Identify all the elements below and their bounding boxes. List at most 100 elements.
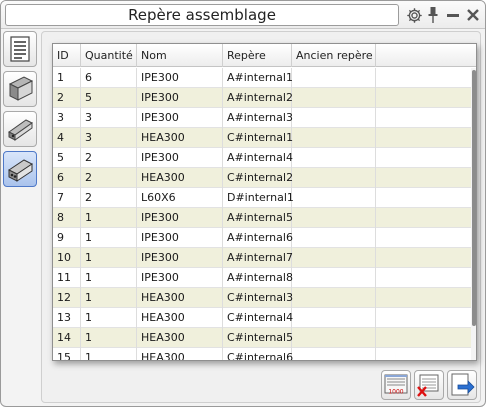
cell-repere: A#internal2 xyxy=(223,88,293,108)
column-header-ancien-repere[interactable]: Ancien repère xyxy=(292,44,376,67)
sidebar-item-list[interactable] xyxy=(3,31,37,67)
cell-nom: HEA300 xyxy=(137,168,223,188)
cell-ancien-repere xyxy=(292,208,376,228)
cell-id: 11 xyxy=(53,268,81,288)
table-row[interactable]: 5 2 IPE300 A#internal4 xyxy=(53,148,471,168)
cell-nom: HEA300 xyxy=(137,288,223,308)
cell-ancien-repere xyxy=(292,68,376,88)
column-header-quantite[interactable]: Quantité xyxy=(81,44,137,67)
cell-ancien-repere xyxy=(292,308,376,328)
table-row[interactable]: 13 1 HEA300 C#internal4 xyxy=(53,308,471,328)
cell-quantite: 1 xyxy=(81,228,137,248)
cell-nom: HEA300 xyxy=(137,308,223,328)
cell-quantite: 1 xyxy=(81,348,137,360)
list-document-icon xyxy=(10,36,30,62)
column-header-repere[interactable]: Repère xyxy=(223,44,292,67)
cell-repere: A#internal7 xyxy=(223,248,293,268)
cell-ancien-repere xyxy=(292,248,376,268)
renumber-button[interactable]: 1000 xyxy=(381,370,411,400)
cell-repere: A#internal6 xyxy=(223,228,293,248)
cell-quantite: 3 xyxy=(81,108,137,128)
cell-id: 5 xyxy=(53,148,81,168)
cell-id: 2 xyxy=(53,88,81,108)
cell-id: 14 xyxy=(53,328,81,348)
cell-ancien-repere xyxy=(292,168,376,188)
beam-3d-icon xyxy=(8,76,34,101)
cell-quantite: 1 xyxy=(81,308,137,328)
cell-repere: A#internal5 xyxy=(223,208,293,228)
cell-id: 6 xyxy=(53,168,81,188)
cell-ancien-repere xyxy=(292,328,376,348)
table-row[interactable]: 1 6 IPE300 A#internal1 xyxy=(53,68,471,88)
table-row[interactable]: 12 1 HEA300 C#internal3 xyxy=(53,288,471,308)
cell-id: 1 xyxy=(53,68,81,88)
cell-ancien-repere xyxy=(292,288,376,308)
cell-id: 9 xyxy=(53,228,81,248)
cell-repere: A#internal3 xyxy=(223,108,293,128)
table-row[interactable]: 8 1 IPE300 A#internal5 xyxy=(53,208,471,228)
assembly-connection-icon xyxy=(8,159,33,182)
cell-quantite: 1 xyxy=(81,208,137,228)
cell-quantite: 1 xyxy=(81,288,137,308)
table-row[interactable]: 11 1 IPE300 A#internal8 xyxy=(53,268,471,288)
sidebar-item-plate[interactable] xyxy=(3,111,37,147)
table-row[interactable]: 9 1 IPE300 A#internal6 xyxy=(53,228,471,248)
gear-icon[interactable] xyxy=(405,6,423,24)
table-row[interactable]: 2 5 IPE300 A#internal2 xyxy=(53,88,471,108)
cell-repere: C#internal5 xyxy=(223,328,293,348)
delete-marks-button[interactable] xyxy=(414,370,444,400)
cell-ancien-repere xyxy=(292,108,376,128)
repere-assemblage-window: Repère assemblage ID Quantité Nom Repère… xyxy=(0,0,486,407)
cell-quantite: 1 xyxy=(81,248,137,268)
cell-id: 8 xyxy=(53,208,81,228)
cell-id: 15 xyxy=(53,348,81,360)
cell-quantite: 6 xyxy=(81,68,137,88)
table-row[interactable]: 3 3 IPE300 A#internal3 xyxy=(53,108,471,128)
cell-repere: C#internal4 xyxy=(223,308,293,328)
cell-repere: C#internal2 xyxy=(223,168,293,188)
cell-nom: IPE300 xyxy=(137,268,223,288)
renumber-label: 1000 xyxy=(388,389,403,396)
cell-nom: HEA300 xyxy=(137,348,223,360)
cell-ancien-repere xyxy=(292,188,376,208)
cell-quantite: 1 xyxy=(81,328,137,348)
cell-repere: C#internal1 xyxy=(223,128,293,148)
vertical-scrollbar[interactable] xyxy=(471,68,476,360)
table-row[interactable]: 6 2 HEA300 C#internal2 xyxy=(53,168,471,188)
title-bar: Repère assemblage xyxy=(1,1,485,29)
cell-id: 4 xyxy=(53,128,81,148)
minimize-icon[interactable] xyxy=(445,6,461,24)
cell-nom: IPE300 xyxy=(137,248,223,268)
column-header-nom[interactable]: Nom xyxy=(137,44,223,67)
renumber-icon: 1000 xyxy=(384,374,408,396)
export-button[interactable] xyxy=(447,370,477,400)
cell-quantite: 3 xyxy=(81,128,137,148)
close-icon[interactable] xyxy=(464,6,481,24)
column-header-id[interactable]: ID xyxy=(53,44,81,67)
cell-repere: A#internal4 xyxy=(223,148,293,168)
table-row[interactable]: 4 3 HEA300 C#internal1 xyxy=(53,128,471,148)
cell-nom: IPE300 xyxy=(137,68,223,88)
cell-nom: IPE300 xyxy=(137,108,223,128)
cell-nom: HEA300 xyxy=(137,328,223,348)
table-row[interactable]: 15 1 HEA300 C#internal6 xyxy=(53,348,471,360)
cell-repere: C#internal3 xyxy=(223,288,293,308)
table-row[interactable]: 10 1 IPE300 A#internal7 xyxy=(53,248,471,268)
cell-repere: D#internal1 xyxy=(223,188,294,208)
cell-quantite: 2 xyxy=(81,188,137,208)
pin-icon[interactable] xyxy=(427,6,439,24)
cell-quantite: 1 xyxy=(81,268,137,288)
cell-id: 7 xyxy=(53,188,81,208)
sidebar-item-beam[interactable] xyxy=(3,71,37,107)
sidebar-item-assembly[interactable] xyxy=(3,151,37,187)
table-row[interactable]: 7 2 L60X6 D#internal1 xyxy=(53,188,471,208)
cell-repere: A#internal8 xyxy=(223,268,293,288)
table-row[interactable]: 14 1 HEA300 C#internal5 xyxy=(53,328,471,348)
cell-id: 12 xyxy=(53,288,81,308)
cell-repere: A#internal1 xyxy=(223,68,293,88)
cell-nom: IPE300 xyxy=(137,208,223,228)
scrollbar-thumb[interactable] xyxy=(472,70,476,326)
cell-ancien-repere xyxy=(292,348,376,360)
cell-id: 10 xyxy=(53,248,81,268)
cell-ancien-repere xyxy=(292,128,376,148)
